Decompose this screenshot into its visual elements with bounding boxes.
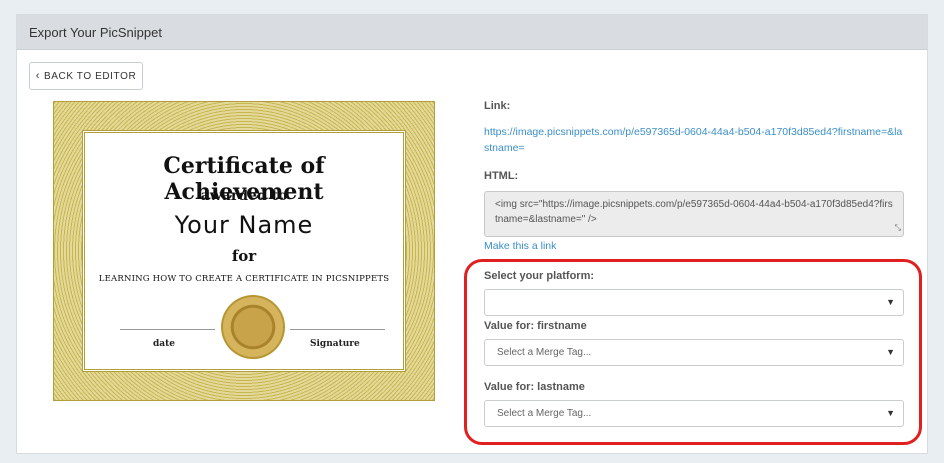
link-label: Link: [484, 100, 511, 112]
panel-header: Export Your PicSnippet [17, 15, 927, 50]
caret-down-icon: ▼ [886, 408, 895, 418]
lastname-select-value: Select a Merge Tag... [497, 408, 592, 419]
certificate-inner: Certificate of Achievement awarded to Yo… [82, 130, 406, 372]
resize-handle-icon[interactable]: ⤡ [895, 220, 901, 235]
platform-label: Select your platform: [484, 270, 595, 282]
certificate-subtitle: LEARNING HOW TO CREATE A CERTIFICATE IN … [98, 274, 390, 284]
gold-seal-icon [223, 297, 283, 357]
date-line [120, 329, 215, 330]
certificate-signature-label: Signature [310, 339, 360, 349]
lastname-label: Value for: lastname [484, 381, 585, 393]
panel-title: Export Your PicSnippet [29, 24, 162, 40]
certificate-preview: Certificate of Achievement awarded to Yo… [53, 101, 435, 401]
link-url[interactable]: https://image.picsnippets.com/p/e597365d… [484, 124, 904, 156]
html-code-textarea[interactable]: <img src="https://image.picsnippets.com/… [484, 191, 904, 237]
platform-select[interactable]: ▼ [484, 289, 904, 316]
make-link-toggle[interactable]: Make this a link [484, 240, 556, 252]
html-label: HTML: [484, 170, 519, 182]
certificate-date-label: date [153, 339, 176, 349]
chevron-left-icon: ‹ [35, 70, 40, 82]
certificate-for: for [231, 247, 257, 265]
firstname-label: Value for: firstname [484, 320, 587, 332]
html-code: <img src="https://image.picsnippets.com/… [495, 199, 893, 225]
signature-line [290, 329, 385, 330]
certificate-awarded: awarded to [200, 188, 288, 204]
firstname-select-value: Select a Merge Tag... [497, 347, 592, 358]
caret-down-icon: ▼ [886, 347, 895, 357]
firstname-select[interactable]: Select a Merge Tag... ▼ [484, 339, 904, 366]
export-panel: Export Your PicSnippet ‹ BACK TO EDITOR … [16, 14, 928, 454]
caret-down-icon: ▼ [886, 297, 895, 307]
lastname-select[interactable]: Select a Merge Tag... ▼ [484, 400, 904, 427]
back-to-editor-button[interactable]: ‹ BACK TO EDITOR [29, 62, 143, 90]
certificate-name: Your Name [174, 211, 314, 239]
back-button-label: BACK TO EDITOR [43, 70, 137, 82]
